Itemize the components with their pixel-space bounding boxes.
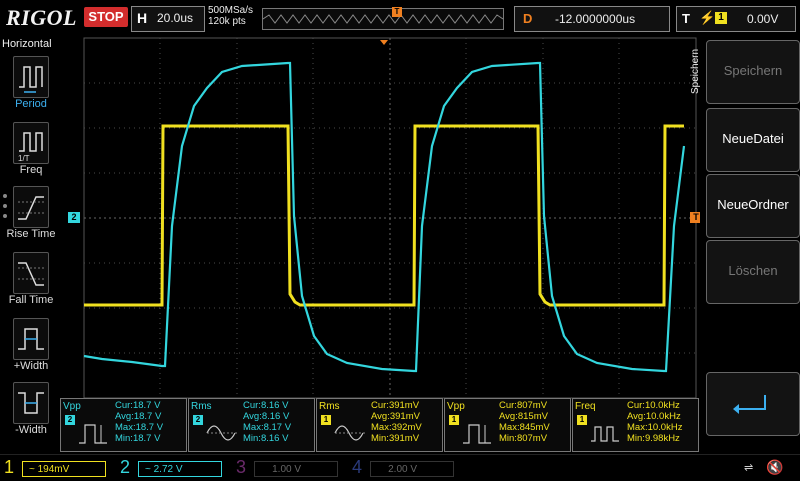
channel-4-indicator[interactable]: 4 2.00 V: [348, 457, 460, 479]
memory-depth: 120k pts: [208, 16, 246, 27]
channel-scale: ~ 194mV: [22, 461, 106, 477]
horizontal-label: H: [137, 10, 148, 26]
top-status-bar: RIGOL STOP H 20.0us 500MSa/s 120k pts T …: [0, 0, 800, 36]
menu-item-period[interactable]: Period: [0, 56, 62, 120]
run-stop-button[interactable]: STOP: [84, 7, 128, 27]
delay-box[interactable]: D -12.0000000us: [514, 6, 670, 32]
meas-channel-badge: 1: [577, 415, 587, 425]
meas-name: Vpp: [447, 401, 465, 412]
svg-text:1/T: 1/T: [18, 154, 30, 163]
speichern-button[interactable]: Speichern: [706, 40, 800, 104]
button-label: NeueDatei: [722, 131, 784, 146]
menu-item-label: +Width: [13, 360, 49, 372]
measurement-bar: Vpp 2 Cur:18.7 V Avg:18.7 V Max:18.7 V M…: [60, 398, 700, 452]
channel-3-indicator[interactable]: 3 1.00 V: [232, 457, 344, 479]
meas-channel-badge: 1: [449, 415, 459, 425]
usb-icon: ⇌: [744, 462, 754, 474]
meas-values: Cur:807mV Avg:815mV Max:845mV Min:807mV: [499, 400, 550, 444]
channel-bar: 1 ~ 194mV 2 ~ 2.72 V 3 1.00 V 4 2.00 V ⇌…: [0, 454, 800, 481]
menu-item-rise-time[interactable]: Rise Time: [0, 186, 62, 250]
button-label: Speichern: [723, 63, 783, 78]
frequency-icon: [591, 426, 619, 442]
menu-item-label: Period: [15, 98, 47, 110]
channel-scale: 1.00 V: [254, 461, 338, 477]
meas-name: Vpp: [63, 401, 81, 412]
measurement-vpp-ch1[interactable]: Vpp 1 Cur:807mV Avg:815mV Max:845mV Min:…: [444, 398, 571, 452]
vpp-icon: [79, 424, 107, 444]
menu-title: Horizontal: [2, 38, 52, 50]
channel-scale: ~ 2.72 V: [138, 461, 222, 477]
trigger-box[interactable]: T ⚡ 1 0.00V: [676, 6, 796, 32]
channel-1-indicator[interactable]: 1 ~ 194mV: [0, 457, 112, 479]
button-label: Löschen: [728, 263, 778, 278]
sample-rate: 500MSa/s: [208, 5, 254, 16]
meas-values: Cur:8.16 V Avg:8.16 V Max:8.17 V Min:8.1…: [243, 400, 292, 444]
acquisition-info: 500MSa/s 120k pts: [208, 5, 253, 27]
timeline-waveform-icon: [262, 14, 504, 24]
timeline-trigger-marker: T: [392, 7, 402, 17]
menu-item-label: Rise Time: [6, 228, 56, 240]
meas-channel-badge: 2: [65, 415, 75, 425]
meas-name: Freq: [575, 401, 596, 412]
measurement-rms-ch2[interactable]: Rms 2 Cur:8.16 V Avg:8.16 V Max:8.17 V M…: [188, 398, 315, 452]
memory-timeline[interactable]: T: [262, 7, 504, 30]
trigger-label: T: [682, 11, 690, 26]
menu-item-positive-width[interactable]: +Width: [0, 318, 62, 382]
meas-values: Cur:18.7 V Avg:18.7 V Max:18.7 V Min:18.…: [115, 400, 164, 444]
trigger-source: 1: [715, 12, 727, 24]
save-menu-title: Speichern: [690, 48, 701, 94]
button-label: NeueOrdner: [717, 197, 789, 212]
waveform-grid: [83, 37, 697, 399]
period-icon: [13, 56, 49, 98]
rising-edge-icon: ⚡: [699, 10, 716, 25]
measurement-vpp-ch2[interactable]: Vpp 2 Cur:18.7 V Avg:18.7 V Max:18.7 V M…: [60, 398, 187, 452]
channel-number: 1: [4, 457, 15, 477]
meas-name: Rms: [319, 401, 340, 412]
rms-icon: [334, 425, 365, 441]
menu-item-negative-width[interactable]: -Width: [0, 382, 62, 446]
measurement-freq-ch1[interactable]: Freq 1 Cur:10.0kHz Avg:10.0kHz Max:10.0k…: [572, 398, 699, 452]
enter-icon: [733, 395, 766, 414]
horizontal-timebase[interactable]: H 20.0us: [131, 6, 205, 32]
meas-values: Cur:10.0kHz Avg:10.0kHz Max:10.0kHz Min:…: [627, 400, 683, 444]
neueordner-button[interactable]: NeueOrdner: [706, 174, 800, 238]
channel-2-indicator[interactable]: 2 ~ 2.72 V: [116, 457, 228, 479]
channel-number: 2: [120, 457, 131, 477]
rms-icon: [206, 425, 237, 441]
meas-name: Rms: [191, 401, 212, 412]
ch2-ground-marker[interactable]: 2: [68, 212, 80, 223]
meas-channel-badge: 1: [321, 415, 331, 425]
channel-scale: 2.00 V: [370, 461, 454, 477]
menu-item-label: -Width: [15, 424, 47, 436]
channel-number: 3: [236, 457, 247, 477]
rise-time-icon: [13, 186, 49, 228]
meas-values: Cur:391mV Avg:391mV Max:392mV Min:391mV: [371, 400, 422, 444]
save-menu: Speichern Speichern NeueDatei NeueOrdner…: [690, 36, 800, 454]
channel-number: 4: [352, 457, 363, 477]
frequency-icon: 1/T: [13, 122, 49, 164]
waveform-display[interactable]: [62, 36, 700, 456]
trigger-level: 0.00V: [747, 12, 779, 26]
ch2-waveform: [83, 61, 686, 373]
delay-label: D: [523, 11, 533, 26]
fall-time-icon: [13, 252, 49, 294]
meas-channel-badge: 2: [193, 415, 203, 425]
timebase-value: 20.0us: [157, 11, 194, 25]
horizontal-measure-menu: Horizontal Period 1/T Freq Rise Time Fal…: [0, 36, 62, 454]
menu-item-label: Fall Time: [8, 294, 54, 306]
positive-width-icon: [13, 318, 49, 360]
delay-value: -12.0000000us: [555, 12, 636, 26]
menu-item-freq[interactable]: 1/T Freq: [0, 122, 62, 186]
rigol-logo: RIGOL: [6, 5, 77, 30]
menu-item-fall-time[interactable]: Fall Time: [0, 252, 62, 316]
speaker-muted-icon: 🔇: [766, 459, 784, 475]
neuedatei-button[interactable]: NeueDatei: [706, 108, 800, 172]
measurement-rms-ch1[interactable]: Rms 1 Cur:391mV Avg:391mV Max:392mV Min:…: [316, 398, 443, 452]
vpp-icon: [463, 424, 491, 444]
negative-width-icon: [13, 382, 49, 424]
menu-item-label: Freq: [19, 164, 43, 176]
enter-button[interactable]: [706, 372, 800, 436]
loeschen-button[interactable]: Löschen: [706, 240, 800, 304]
